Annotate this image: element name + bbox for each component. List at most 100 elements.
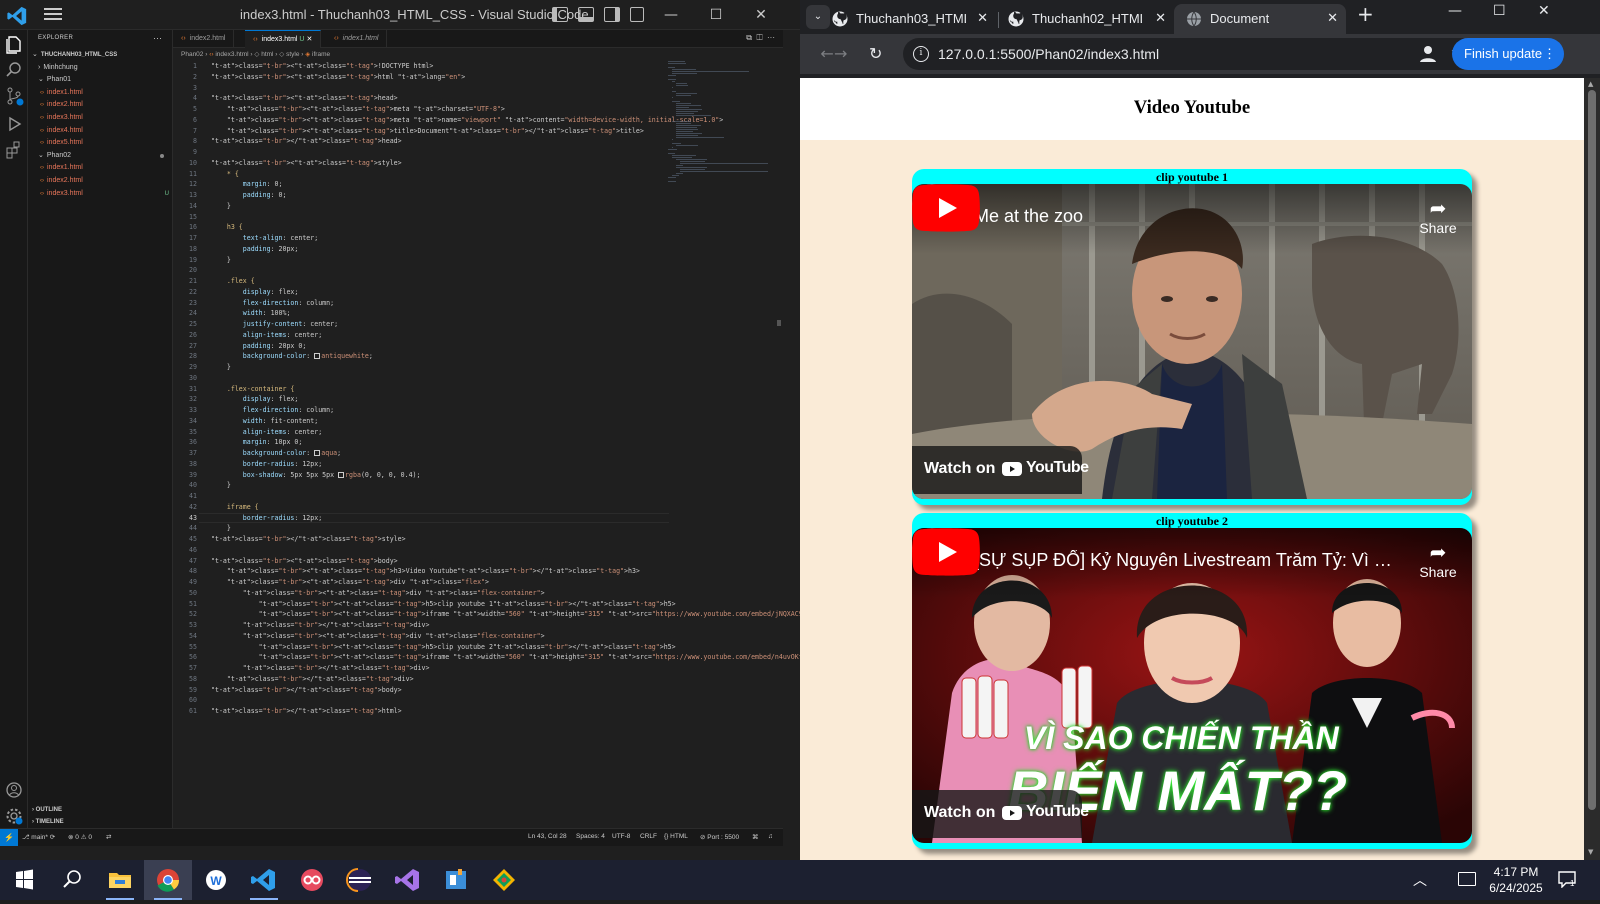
chrome-tab-document[interactable]: Document ✕ [1174,4,1346,34]
code-line[interactable]: width: fit-content; [211,416,318,427]
git-branch-status[interactable]: ⎇ main* ⟳ [22,833,55,841]
code-line[interactable]: } [211,523,231,534]
visual-studio-icon[interactable] [384,860,432,900]
minimap[interactable] [668,61,778,182]
show-hidden-icons-chevron[interactable]: ︿ [1413,870,1427,890]
explorer-root-folder[interactable]: ⌄ THUCHANH03_HTML_CSS [32,49,167,61]
customize-layout-icon[interactable] [630,7,644,22]
file-phan01-index4[interactable]: ‹› index4.html [40,125,175,137]
file-phan01-index1[interactable]: ‹› index1.html [40,87,175,99]
code-line[interactable]: "t-at">class="t-br"><"t-at">class="t-tag… [211,577,489,588]
video-title[interactable]: Me at the zoo [974,206,1394,227]
notification-center-icon[interactable]: 1 [1557,870,1577,888]
code-line[interactable]: flex-direction: column; [211,405,334,416]
watch-on-youtube-button[interactable]: Watch on YouTube [912,790,1089,838]
minimize-icon[interactable]: — [1448,3,1462,19]
breadcrumb[interactable]: Phan02 › ‹› index3.html › ◇ html › ◇ sty… [181,50,330,58]
code-line[interactable]: "t-at">class="t-br"><"t-at">class="t-tag… [211,642,676,653]
cursor-position[interactable]: Ln 43, Col 28 [528,833,567,840]
tab-index2[interactable]: ‹› index2.html [173,30,235,48]
code-line[interactable]: "t-at">class="t-br"></"t-at">class="t-ta… [211,685,402,696]
app-blue-icon[interactable] [432,860,480,900]
file-phan01-index3[interactable]: ‹› index3.html [40,112,175,124]
code-line[interactable]: h3 { [211,222,243,233]
back-arrow-icon[interactable]: ← [800,44,833,63]
search-icon[interactable] [48,860,96,900]
search-icon[interactable] [4,60,24,80]
clock[interactable]: 4:17 PM 6/24/2025 [1480,864,1552,896]
editor-actions[interactable]: ⧉ ◫ ··· [746,33,775,43]
code-line[interactable]: "t-at">class="t-br"><"t-at">class="t-tag… [211,556,398,567]
file-explorer-icon[interactable] [96,860,144,900]
code-line[interactable]: } [211,362,231,373]
play-button-icon[interactable] [912,184,980,232]
file-phan02-index2[interactable]: ‹› index2.html [40,175,175,187]
code-line[interactable]: "t-at">class="t-br"><"t-at">class="t-tag… [211,588,545,599]
toggle-secondary-sidebar-icon[interactable] [604,7,620,22]
timeline-section[interactable]: › TIMELINE [32,819,64,825]
file-phan01-index5[interactable]: ‹› index5.html [40,137,175,149]
code-line[interactable]: "t-at">class="t-br"></"t-at">class="t-ta… [211,136,402,147]
code-line[interactable]: "t-at">class="t-br"><"t-at">class="t-tag… [211,61,433,72]
chrome-icon[interactable] [144,860,192,900]
live-share-icon[interactable]: ⇄ [106,833,111,841]
code-line[interactable]: "t-at">class="t-br"><"t-at">class="t-tag… [211,599,676,610]
code-line[interactable]: padding: 0; [211,190,287,201]
git-app-icon[interactable] [480,860,528,900]
source-control-icon[interactable] [4,86,24,106]
finish-update-button[interactable]: Finish update ⋮ [1452,38,1564,70]
language-status[interactable]: {} HTML [664,833,688,840]
code-line[interactable]: "t-at">class="t-br"></"t-at">class="t-ta… [211,663,430,674]
maximize-icon[interactable]: ☐ [705,4,727,26]
close-tab-icon[interactable]: ✕ [1155,10,1166,26]
code-line[interactable]: "t-at">class="t-br"></"t-at">class="t-ta… [211,674,414,685]
code-line[interactable]: background-color: antiquewhite; [211,351,373,362]
extensions-icon[interactable] [4,140,24,160]
code-line[interactable]: "t-at">class="t-br"><"t-at">class="t-tag… [211,72,465,83]
minimize-icon[interactable]: — [660,4,682,26]
play-button-icon[interactable] [912,528,980,576]
code-line[interactable]: "t-at">class="t-br"></"t-at">class="t-ta… [211,706,402,717]
close-tab-icon[interactable]: ✕ [306,36,312,43]
account-icon[interactable] [4,780,24,800]
scrollbar-thumb[interactable] [1588,90,1596,810]
code-line[interactable]: } [211,255,231,266]
encoding-status[interactable]: UTF-8 [612,833,630,840]
toggle-sidebar-icon[interactable] [552,7,568,22]
code-line[interactable]: "t-at">class="t-br"><"t-at">class="t-tag… [211,104,505,115]
code-line[interactable]: "t-at">class="t-br"><"t-at">class="t-tag… [211,158,402,169]
code-line[interactable]: padding: 20px 0; [211,341,307,352]
tab-index3[interactable]: ‹› index3.html U ✕ [245,30,322,48]
live-server-port[interactable]: ⊘ Port : 5500 [700,833,739,841]
video-title[interactable]: [SỰ SỤP ĐỔ] Kỷ Nguyên Livestream Trăm Tỷ… [974,550,1394,571]
youtube-embed-1[interactable]: Me at the zoo ➦ Share Watch on YouTube [912,184,1472,499]
code-line[interactable]: padding: 20px; [211,244,299,255]
code-line[interactable]: border-radius: 12px; [211,459,322,470]
code-line[interactable]: "t-at">class="t-br"><"t-at">class="t-tag… [211,126,644,137]
file-phan01-index2[interactable]: ‹› index2.html [40,99,175,111]
app-w-icon[interactable]: W [192,860,240,900]
toggle-panel-icon[interactable] [578,7,594,22]
code-line[interactable]: justify-content: center; [211,319,338,330]
folder-phan01[interactable]: ⌄ Phan01 [38,74,173,86]
app-oo-icon[interactable] [288,860,336,900]
code-line[interactable]: } [211,201,231,212]
code-line[interactable]: .flex-container { [211,384,295,395]
explorer-icon[interactable] [4,34,24,54]
vscode-icon[interactable] [240,860,288,900]
indentation-status[interactable]: Spaces: 4 [576,833,605,840]
youtube-embed-2[interactable]: VÌ SAO CHIẾN THẦN BIẾN MẤT?? [SỰ SỤP ĐỔ]… [912,528,1472,843]
code-line[interactable]: display: flex; [211,287,299,298]
windows-start-icon[interactable] [0,860,48,900]
code-line[interactable]: "t-at">class="t-br"><"t-at">class="t-tag… [211,566,640,577]
code-line[interactable]: "t-at">class="t-br"><"t-at">class="t-tag… [211,652,875,663]
code-line[interactable]: border-radius: 12px; [211,513,322,524]
copilot-icon[interactable]: ⌘ [752,833,759,841]
outline-section[interactable]: › OUTLINE [32,807,62,813]
code-line[interactable]: display: flex; [211,394,299,405]
editor-scrollbar[interactable] [777,320,781,326]
new-tab-icon[interactable]: + [1357,2,1374,26]
eol-status[interactable]: CRLF [640,833,657,840]
code-line[interactable]: "t-at">class="t-br"></"t-at">class="t-ta… [211,534,406,545]
address-bar[interactable]: i 127.0.0.1:5500/Phan02/index3.html ☆ [903,38,1477,70]
